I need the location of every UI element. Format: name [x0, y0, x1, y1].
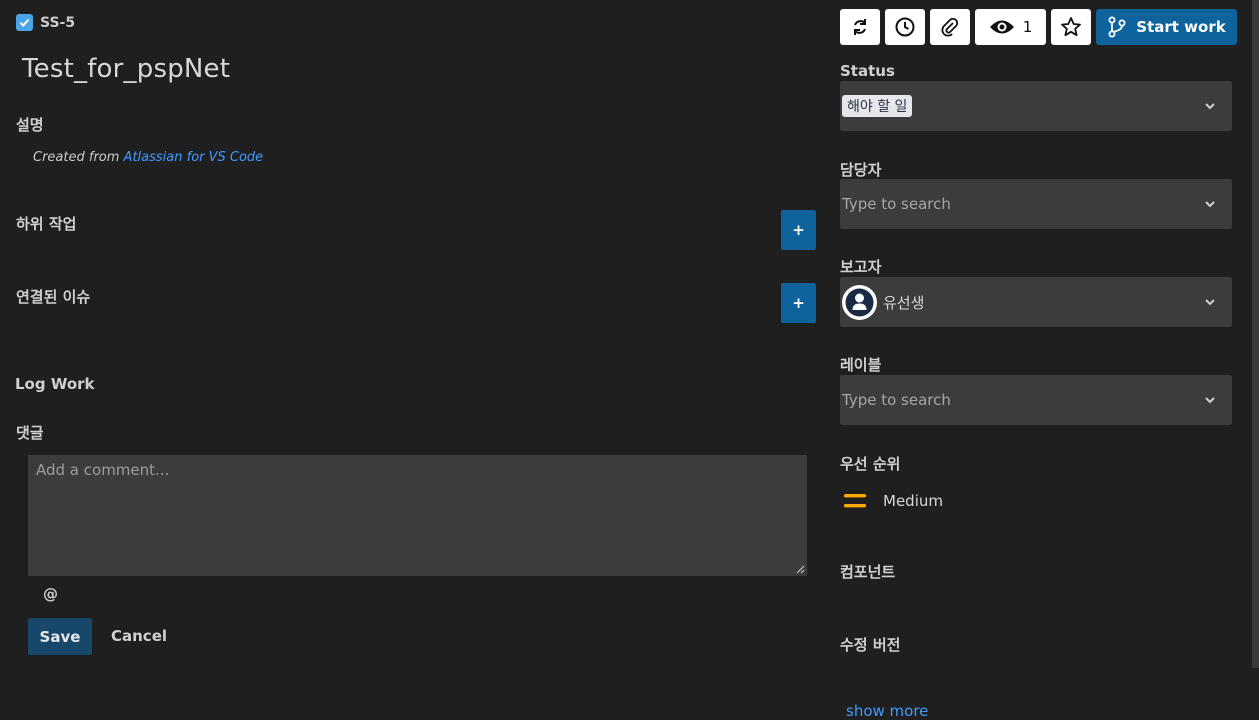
- star-icon: [1061, 17, 1081, 37]
- attach-button[interactable]: [930, 9, 970, 45]
- subtasks-heading: 하위 작업: [16, 215, 77, 233]
- log-work-heading[interactable]: Log Work: [15, 375, 95, 393]
- history-button[interactable]: [885, 9, 925, 45]
- start-work-label: Start work: [1136, 18, 1226, 36]
- description-heading: 설명: [16, 116, 44, 134]
- components-label: 컴포넌트: [840, 563, 896, 581]
- add-subtask-button[interactable]: +: [781, 210, 816, 250]
- clock-icon: [895, 17, 915, 37]
- eye-icon: [989, 20, 1014, 34]
- show-more-link[interactable]: show more: [846, 702, 928, 720]
- paperclip-icon: [941, 17, 959, 37]
- refresh-button[interactable]: [840, 9, 880, 45]
- reporter-value: 유선생: [883, 293, 925, 312]
- priority-name: Medium: [883, 492, 943, 510]
- assignee-label: 담당자: [840, 161, 882, 179]
- comment-placeholder: Add a comment...: [36, 461, 170, 479]
- labels-label: 레이블: [840, 356, 882, 374]
- issue-key[interactable]: SS-5: [16, 14, 75, 31]
- mention-button[interactable]: @: [43, 585, 58, 603]
- linked-issues-heading: 연결된 이슈: [16, 288, 91, 306]
- assignee-placeholder: Type to search: [842, 195, 951, 213]
- user-avatar-icon: [845, 288, 874, 316]
- issue-summary[interactable]: Test_for_pspNet: [22, 54, 230, 84]
- cancel-button[interactable]: Cancel: [111, 627, 167, 645]
- save-button[interactable]: Save: [28, 618, 92, 655]
- labels-select[interactable]: Type to search: [840, 375, 1232, 425]
- chevron-down-icon: [1205, 299, 1215, 306]
- comments-heading: 댓글: [16, 424, 44, 442]
- status-select[interactable]: 해야 할 일: [840, 81, 1232, 131]
- comment-input[interactable]: Add a comment...: [28, 455, 807, 576]
- add-linked-issue-button[interactable]: +: [781, 283, 816, 323]
- priority-value[interactable]: Medium: [843, 492, 943, 510]
- status-label: Status: [840, 62, 895, 80]
- task-type-icon: [16, 14, 33, 31]
- description-link[interactable]: Atlassian for VS Code: [124, 150, 264, 165]
- fix-versions-label: 수정 버전: [840, 636, 901, 654]
- watchers-count: 1: [1022, 18, 1033, 36]
- issue-key-text: SS-5: [40, 14, 76, 31]
- assignee-select[interactable]: Type to search: [840, 179, 1232, 229]
- status-value: 해야 할 일: [842, 95, 913, 117]
- description-prefix: Created from: [33, 150, 124, 165]
- priority-medium-icon: [844, 494, 866, 508]
- chevron-down-icon: [1205, 201, 1215, 208]
- priority-label: 우선 순위: [840, 455, 901, 473]
- watchers-button[interactable]: 1: [975, 9, 1046, 45]
- resize-grip-icon[interactable]: [796, 565, 805, 574]
- refresh-icon: [854, 19, 866, 35]
- branch-icon: [1108, 16, 1126, 38]
- reporter-select[interactable]: 유선생: [840, 277, 1232, 327]
- chevron-down-icon: [1205, 397, 1215, 404]
- start-work-button[interactable]: Start work: [1096, 9, 1237, 45]
- description-body[interactable]: Created from Atlassian for VS Code: [33, 150, 263, 165]
- vote-button[interactable]: [1051, 9, 1091, 45]
- avatar: [842, 284, 877, 320]
- labels-placeholder: Type to search: [842, 391, 951, 409]
- scrollbar[interactable]: [1252, 0, 1259, 668]
- chevron-down-icon: [1205, 103, 1215, 110]
- reporter-label: 보고자: [840, 258, 882, 276]
